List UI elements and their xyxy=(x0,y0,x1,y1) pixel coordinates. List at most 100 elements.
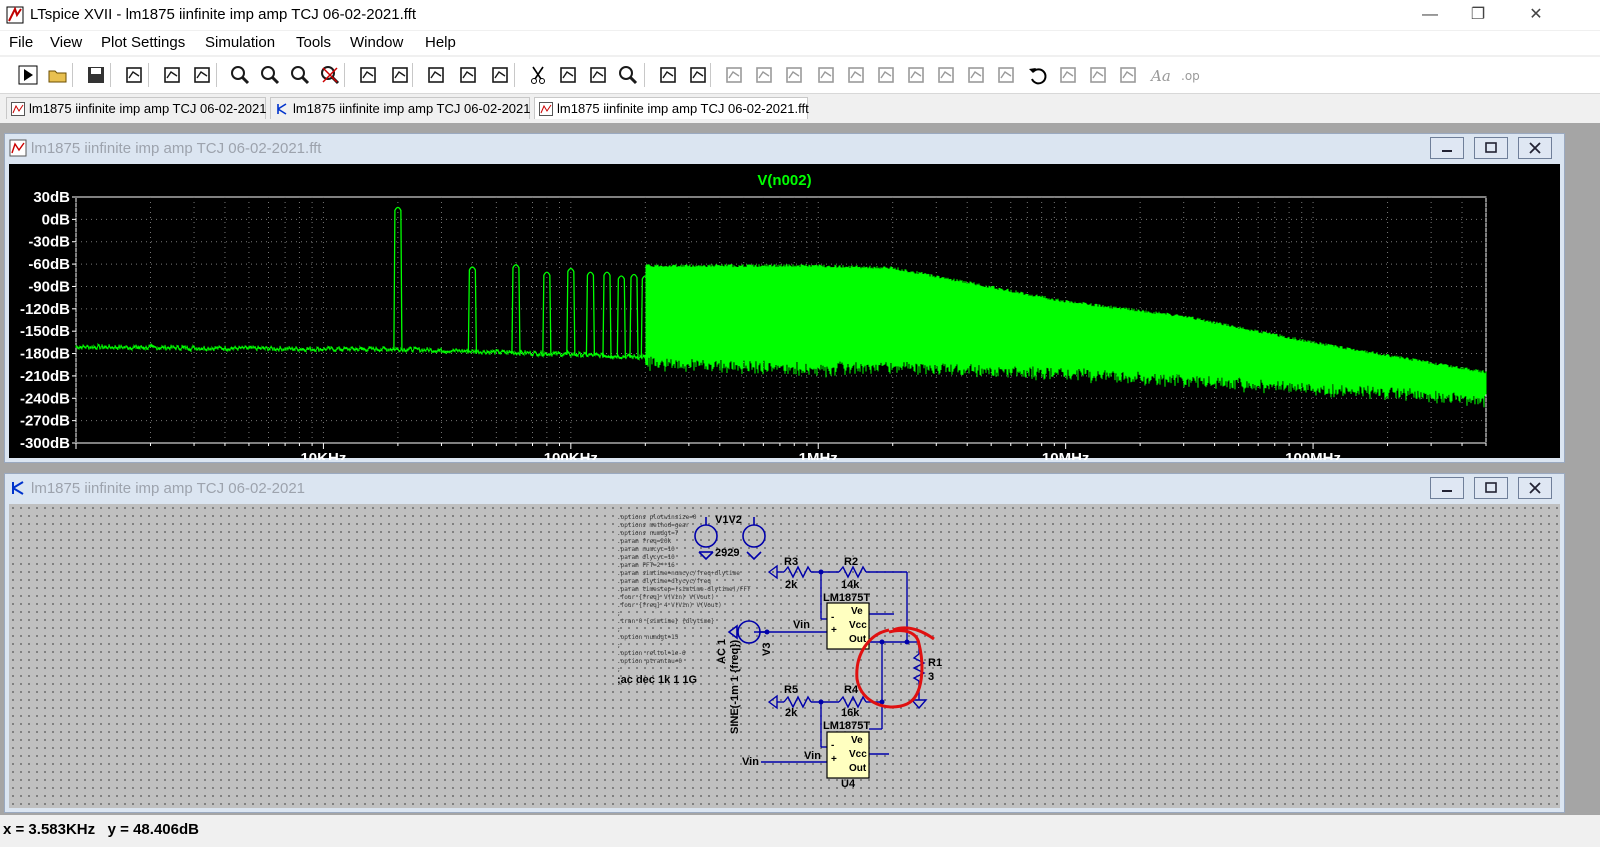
restore-button[interactable]: ❐ xyxy=(1458,3,1498,27)
copy-button[interactable] xyxy=(556,63,580,87)
label-r2: R2 xyxy=(844,556,859,568)
label-icon xyxy=(786,67,802,83)
wire-button[interactable] xyxy=(722,63,746,87)
plot-close-button[interactable] xyxy=(1518,137,1552,159)
capacitor-button[interactable] xyxy=(844,63,868,87)
menu-view[interactable]: View xyxy=(50,34,82,51)
zoom-cancel-button[interactable] xyxy=(318,63,342,87)
schematic-minimize-button[interactable] xyxy=(1430,477,1464,499)
fft-plot-pane[interactable]: V(n002) 30dB 0dB -30dB -60dB -90dB -120dB -150… xyxy=(9,164,1562,460)
toolbar-separator xyxy=(110,63,111,87)
mirror-button[interactable] xyxy=(1116,63,1140,87)
label-r3: R3 xyxy=(784,556,799,568)
undo-button[interactable] xyxy=(1026,63,1050,87)
label-vcc-bot: Vcc xyxy=(849,749,867,760)
open-button[interactable] xyxy=(46,63,70,87)
label-vcc: Vcc xyxy=(849,620,867,631)
menu-simulation[interactable]: Simulation xyxy=(205,34,275,51)
waveform-icon xyxy=(9,139,27,157)
close-button[interactable]: ✕ xyxy=(1516,3,1556,27)
menu-file[interactable]: File xyxy=(9,34,33,51)
minimize-button[interactable]: — xyxy=(1410,3,1450,27)
tab-fft[interactable]: lm1875 iinfinite imp amp TCJ 06-02-2021.… xyxy=(534,97,809,119)
voltage-source-v1[interactable] xyxy=(694,517,718,561)
schematic-canvas[interactable]: .options plotwinsize=0 .options method=g… xyxy=(9,504,1560,808)
spice-directive-button[interactable]: .op xyxy=(1178,63,1202,87)
menu-tools[interactable]: Tools xyxy=(296,34,331,51)
autorange-button[interactable] xyxy=(356,63,380,87)
drag-button[interactable] xyxy=(994,63,1018,87)
zoom-fit-button[interactable] xyxy=(258,63,282,87)
schematic-drawing[interactable] xyxy=(9,504,1562,810)
print-setup-button[interactable] xyxy=(656,63,680,87)
copy-icon xyxy=(560,67,576,83)
resistor-icon xyxy=(818,67,834,83)
fft-plot[interactable]: 30dB 0dB -30dB -60dB -90dB -120dB -150dB -180dB… xyxy=(9,164,1562,460)
y-tick-label: -150dB xyxy=(20,323,70,340)
toolbar-separator xyxy=(148,63,149,87)
run-button[interactable] xyxy=(16,63,40,87)
paste-button[interactable] xyxy=(586,63,610,87)
toolbar-separator xyxy=(710,63,711,87)
control-panel-button[interactable] xyxy=(122,63,146,87)
halt-button[interactable] xyxy=(160,63,184,87)
cut-button[interactable] xyxy=(526,63,550,87)
voltage-source-v2[interactable] xyxy=(742,517,766,561)
schematic-close-button[interactable] xyxy=(1518,477,1552,499)
print-button[interactable] xyxy=(686,63,710,87)
schematic-window-title: lm1875 iinfinite imp amp TCJ 06-02-2021 xyxy=(31,480,306,497)
save-button[interactable] xyxy=(84,63,108,87)
redo-icon xyxy=(1060,67,1076,83)
component-button[interactable] xyxy=(934,63,958,87)
menu-help[interactable]: Help xyxy=(425,34,456,51)
schematic-maximize-button[interactable] xyxy=(1474,477,1508,499)
harmonic-peak xyxy=(585,271,596,356)
rotate-icon xyxy=(1090,67,1106,83)
label-r1-value: 3 xyxy=(928,671,935,683)
zoom-out-icon xyxy=(291,66,310,85)
zoom-out-button[interactable] xyxy=(288,63,312,87)
text-button[interactable]: Aa xyxy=(1148,63,1172,87)
wire-icon xyxy=(726,67,742,83)
ground-button[interactable] xyxy=(752,63,776,87)
resistor-button[interactable] xyxy=(814,63,838,87)
tile-button[interactable] xyxy=(424,63,448,87)
diode-button[interactable] xyxy=(904,63,928,87)
plot-minimize-button[interactable] xyxy=(1430,137,1464,159)
redo-button[interactable] xyxy=(1056,63,1080,87)
cursor-y: y = 48.406dB xyxy=(107,821,199,838)
rotate-button[interactable] xyxy=(1086,63,1110,87)
move-button[interactable] xyxy=(964,63,988,87)
label-out-bot: Out xyxy=(849,763,867,774)
cascade-button[interactable] xyxy=(456,63,480,87)
toolbar-separator xyxy=(344,63,345,87)
zoom-in-button[interactable] xyxy=(228,63,252,87)
label-ac-directive[interactable]: ;ac dec 1k 1 1G xyxy=(617,674,697,686)
tab-schematic[interactable]: lm1875 iinfinite imp amp TCJ 06-02-2021 xyxy=(270,97,531,119)
label-button[interactable] xyxy=(782,63,806,87)
label-r4-value: 16k xyxy=(841,707,860,719)
y-tick-label: -180dB xyxy=(20,346,70,363)
mark-button[interactable] xyxy=(388,63,412,87)
harmonic-peak xyxy=(393,206,403,350)
tile-icon xyxy=(428,67,444,83)
label-ve-bot: Ve xyxy=(851,735,863,746)
menu-bar: File View Plot Settings Simulation Tools… xyxy=(0,31,1600,55)
x-tick-label: 100MHz xyxy=(1285,450,1341,460)
cut-icon xyxy=(531,66,545,84)
label-plus-bot: + xyxy=(831,754,837,765)
y-tick-label: -300dB xyxy=(20,435,70,452)
menu-plot-settings[interactable]: Plot Settings xyxy=(101,34,185,51)
tab-waveform-1[interactable]: lm1875 iinfinite imp amp TCJ 06-02-2021 xyxy=(6,97,267,119)
tab-label: lm1875 iinfinite imp amp TCJ 06-02-2021 xyxy=(293,101,531,116)
toolbar-separator xyxy=(216,63,217,87)
label-vin-bot: Vin xyxy=(742,756,759,768)
x-tick-label: 10KHz xyxy=(300,450,346,460)
menu-window[interactable]: Window xyxy=(350,34,403,51)
tile-vertical-button[interactable] xyxy=(488,63,512,87)
inductor-button[interactable] xyxy=(874,63,898,87)
find-button[interactable] xyxy=(616,63,640,87)
pan-button[interactable] xyxy=(190,63,214,87)
plot-maximize-button[interactable] xyxy=(1474,137,1508,159)
y-tick-label: -90dB xyxy=(28,278,70,295)
